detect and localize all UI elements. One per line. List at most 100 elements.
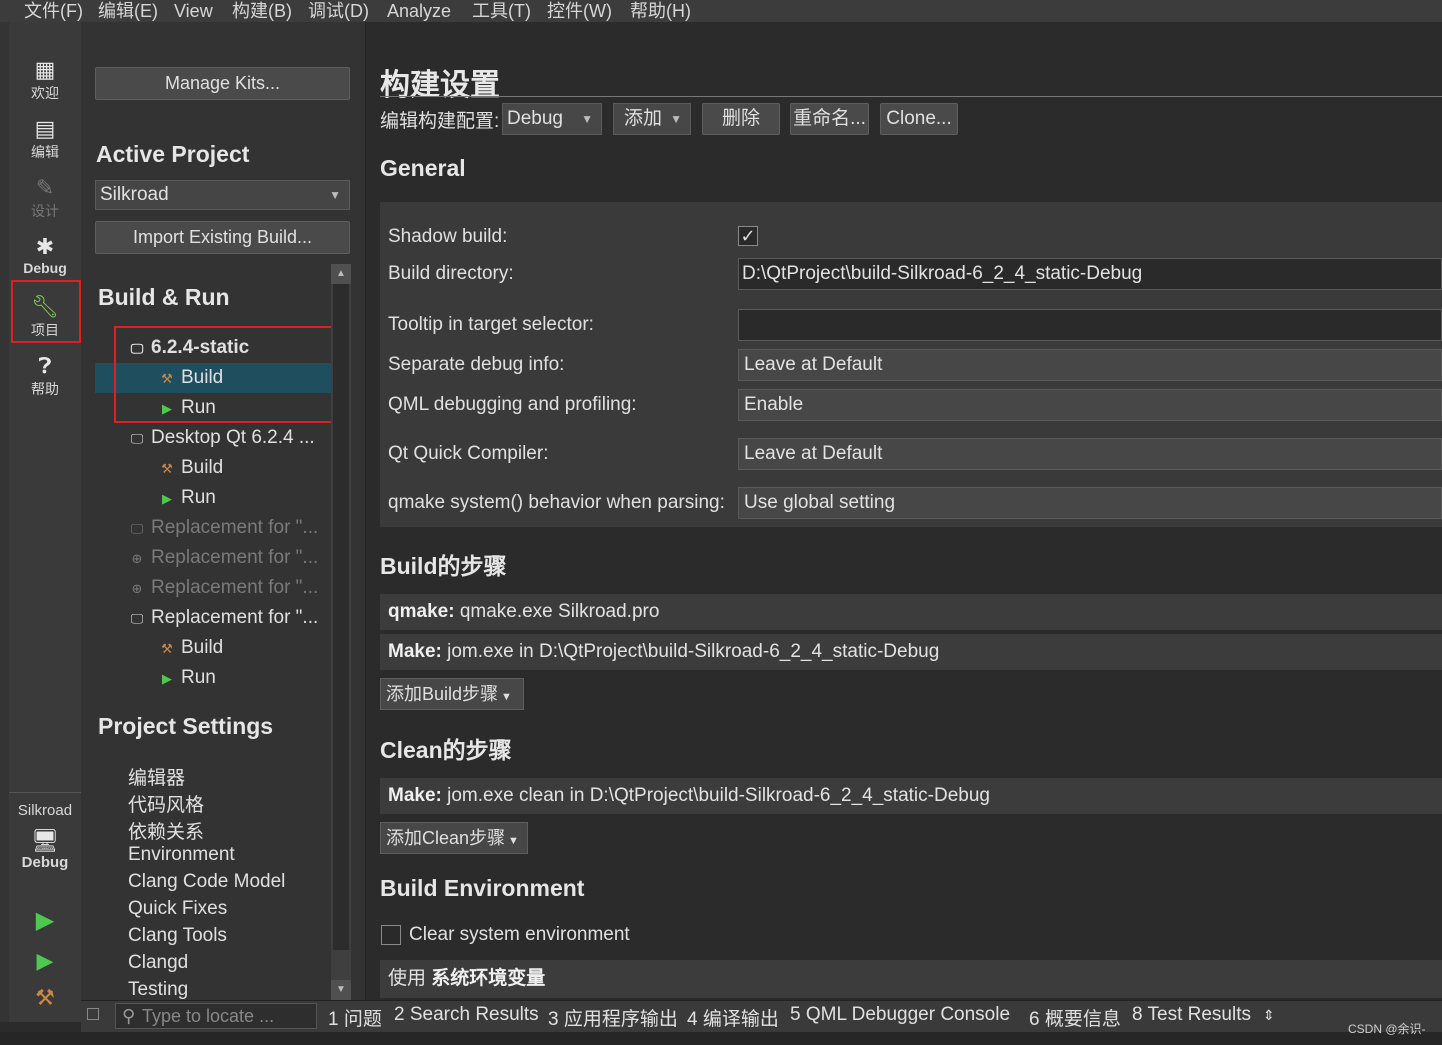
chevron-down-icon: ▼ [501,691,512,703]
clean-make-step-key: Make: [388,785,442,806]
build-button[interactable]: ⚒ [9,985,81,1011]
add-config-label: 添加 [624,108,663,129]
use-env-bold: 系统环境变量 [431,968,546,989]
tree-label: Replacement for "... [151,547,319,568]
mode-welcome[interactable]: ▦ 欢迎 [9,57,81,103]
output-tab-qml-console[interactable]: 5 QML Debugger Console [790,1004,1010,1026]
kit-selector[interactable]: 🖥︎ Debug [9,828,81,871]
menu-debug[interactable]: 调试(D) [308,0,369,22]
tree-build[interactable]: ⚒ Build [95,633,331,663]
menu-view[interactable]: View [174,0,213,22]
hammer-icon: ⚒ [161,461,173,476]
run-button[interactable]: ▶ [9,908,81,934]
settings-quick-fixes[interactable]: Quick Fixes [128,898,227,920]
mode-help[interactable]: ❓︎ 帮助 [9,353,81,399]
tree-run[interactable]: ▶ Run [95,663,331,693]
kit-warning-icon: ⊕ [131,581,143,596]
import-build-button[interactable]: Import Existing Build... [95,221,350,254]
locator-input[interactable]: ⚲ Type to locate ... [115,1003,317,1029]
debug-run-button[interactable]: ▶ [9,948,81,974]
pencil-icon: ✎ [35,175,55,200]
more-tabs-icon[interactable]: ⇕ [1263,1007,1275,1024]
run-icon: ▶ [162,671,172,686]
menu-file[interactable]: 文件(F) [24,0,83,22]
qt-quick-compiler-combo[interactable]: Leave at Default [738,438,1442,470]
qmake-step-row[interactable]: qmake: qmake.exe Silkroad.pro [380,594,1442,630]
mode-debug[interactable]: ✱ Debug [9,234,81,276]
tree-kit-replacement-active[interactable]: 🖵 Replacement for "... [95,603,331,633]
tree-kit-replacement[interactable]: 🖵 Replacement for "... [95,513,331,543]
shadow-build-checkbox[interactable]: ✓ [738,226,758,246]
tooltip-field[interactable] [738,309,1442,341]
tree-run[interactable]: ▶ Run [95,483,331,513]
build-directory-field[interactable]: D:\QtProject\build-Silkroad-6_2_4_static… [738,258,1442,290]
help-icon: ❓︎ [38,353,52,378]
kit-selector-config: Debug [21,854,69,871]
settings-dependencies[interactable]: 依赖关系 [128,817,204,844]
scroll-down-icon[interactable]: ▼ [331,980,351,1000]
output-tab-test-results[interactable]: 8 Test Results [1132,1004,1251,1026]
clean-steps-title: Clean的步骤 [380,737,512,763]
add-clean-step-button[interactable]: 添加Clean步骤 ▼ [380,822,528,854]
mode-design[interactable]: ✎ 设计 [9,175,81,221]
menu-help[interactable]: 帮助(H) [630,0,691,22]
clear-env-label: Clear system environment [409,924,630,945]
toggle-sidebar-icon[interactable] [87,1008,99,1020]
make-step-row[interactable]: Make: jom.exe in D:\QtProject\build-Silk… [380,634,1442,670]
settings-clangd[interactable]: Clangd [128,952,188,974]
settings-environment[interactable]: Environment [128,844,235,866]
target-project-label: Silkroad [17,802,73,819]
mode-edit-label: 编辑 [31,144,59,160]
tree-kit-desktop-qt[interactable]: 🖵 Desktop Qt 6.2.4 ... [95,423,331,453]
settings-code-style[interactable]: 代码风格 [128,790,204,817]
document-icon: ▤ [34,116,56,141]
settings-editor[interactable]: 编辑器 [128,763,185,790]
output-tab-app-output[interactable]: 3 应用程序输出 [548,1004,678,1031]
tree-label: Replacement for "... [151,577,319,598]
clean-make-step-row[interactable]: Make: jom.exe clean in D:\QtProject\buil… [380,778,1442,814]
output-tab-general-messages[interactable]: 6 概要信息 [1029,1004,1121,1031]
output-tab-compile-output[interactable]: 4 编译输出 [687,1004,779,1031]
monitor-icon: 🖵 [130,611,144,626]
menu-edit[interactable]: 编辑(E) [98,0,158,22]
menu-build[interactable]: 构建(B) [232,0,292,22]
qmake-system-combo[interactable]: Use global setting [738,487,1442,519]
build-config-combo[interactable]: Debug ▼ [502,103,602,135]
settings-clang-tools[interactable]: Clang Tools [128,925,227,947]
add-config-button[interactable]: 添加 ▼ [613,103,691,135]
build-steps-title: Build的步骤 [380,553,507,579]
add-build-step-button[interactable]: 添加Build步骤 ▼ [380,678,524,710]
chevron-down-icon: ▼ [581,112,593,126]
menu-tools[interactable]: 工具(T) [472,0,531,22]
output-tab-issues[interactable]: 1 问题 [328,1004,382,1031]
menu-widgets[interactable]: 控件(W) [547,0,612,22]
grid-icon: ▦ [34,57,56,82]
rename-config-button[interactable]: 重命名... [790,103,869,135]
manage-kits-button[interactable]: Manage Kits... [95,67,350,100]
project-settings-title: Project Settings [98,713,274,739]
clean-make-step-value: jom.exe clean in D:\QtProject\build-Silk… [447,785,990,806]
menu-analyze[interactable]: Analyze [387,0,451,22]
tree-label: Replacement for "... [151,607,319,628]
bug-icon: ✱ [35,234,55,259]
delete-config-button[interactable]: 删除 [702,103,780,135]
mode-design-label: 设计 [31,203,59,219]
debug-run-icon: ▶ [36,948,54,973]
add-clean-step-label: 添加Clean步骤 [386,828,506,848]
left-scrollbar-thumb[interactable] [333,284,349,950]
tree-kit-replacement[interactable]: ⊕ Replacement for "... [95,573,331,603]
tree-build[interactable]: ⚒ Build [95,453,331,483]
clear-env-checkbox[interactable] [381,925,401,945]
scroll-up-icon[interactable]: ▲ [331,264,351,284]
separate-debug-combo[interactable]: Leave at Default [738,349,1442,381]
tree-label: Build [181,637,224,658]
mode-edit[interactable]: ▤ 编辑 [9,116,81,162]
output-tab-search-results[interactable]: 2 Search Results [394,1004,539,1026]
active-project-title: Active Project [96,141,250,167]
qml-debugging-combo[interactable]: Enable [738,389,1442,421]
settings-clang-code-model[interactable]: Clang Code Model [128,871,285,893]
settings-testing[interactable]: Testing [128,979,188,1001]
active-project-combo[interactable]: Silkroad ▼ [95,180,350,210]
tree-kit-replacement[interactable]: ⊕ Replacement for "... [95,543,331,573]
clone-config-button[interactable]: Clone... [880,103,958,135]
